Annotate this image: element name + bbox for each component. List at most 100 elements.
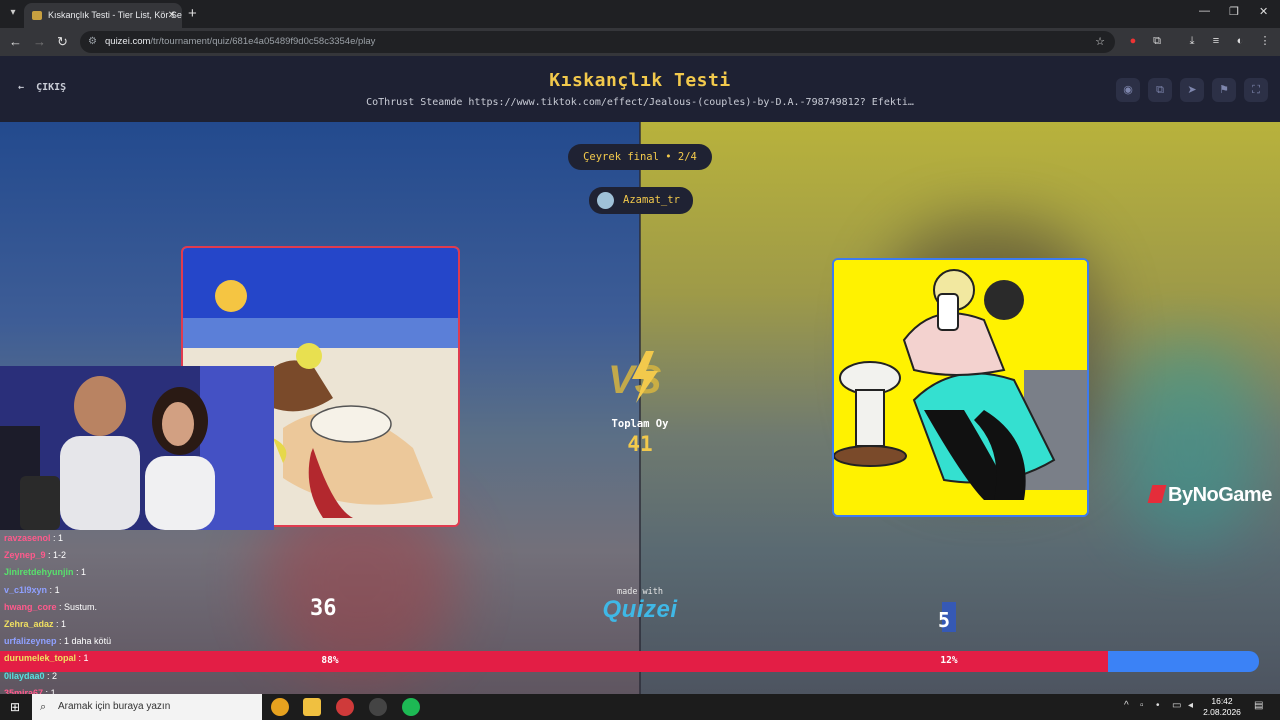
right-vote-bar-fill: [1108, 651, 1259, 672]
chat-message: 0ilaydaa0 : 2: [4, 671, 57, 681]
tab-search-icon[interactable]: ▾: [4, 4, 22, 22]
share-icon[interactable]: ➤: [1180, 78, 1204, 102]
taskbar-search-placeholder: Aramak için buraya yazın: [58, 701, 171, 712]
chat-text: 1: [83, 653, 89, 664]
creator-badge[interactable]: Azamat_tr: [589, 187, 693, 214]
tab-groups-icon[interactable]: ≡: [1210, 35, 1222, 48]
quizei-logo[interactable]: Quizei: [580, 596, 700, 624]
chat-text: 1 daha kötü: [64, 636, 112, 647]
chrome-active-app-icon[interactable]: [336, 698, 354, 716]
chat-separator: :: [56, 601, 65, 612]
file-explorer-icon[interactable]: [303, 698, 321, 716]
quiz-header: ← ÇIKIŞ Kıskançlık Testi CoThrust Steamd…: [0, 56, 1280, 122]
chat-text: 1: [58, 533, 64, 543]
reload-icon[interactable]: ↻: [57, 34, 68, 50]
browser-tab-bar: ▾ Kıskançlık Testi - Tier List, Kör Se ✕…: [0, 0, 1280, 28]
chat-separator: :: [45, 550, 54, 561]
tray-app-icon[interactable]: ▫: [1140, 700, 1144, 711]
tab-close-icon[interactable]: ✕: [168, 3, 176, 28]
tray-mic-icon[interactable]: •: [1156, 700, 1160, 711]
stream-chat: ravzasenol : 1 Zeynep_9 : 1-2 Jiniretdehyu…: [0, 530, 330, 698]
windows-start-icon[interactable]: ⊞: [10, 700, 24, 714]
chat-message: v_c1l9xyn : 1: [4, 585, 60, 595]
volume-icon[interactable]: ◂: [1188, 700, 1193, 711]
fullscreen-icon[interactable]: ⛶: [1244, 78, 1268, 102]
chat-text: 1-2: [53, 550, 67, 561]
back-icon[interactable]: ←: [9, 34, 22, 50]
forward-icon[interactable]: →: [33, 34, 46, 50]
right-background-blur: [1120, 342, 1260, 542]
url-path: /tr/tournament/quiz/681e4a05489f9d0c58c3…: [150, 36, 376, 47]
chat-message: durumelek_topal : 1: [4, 653, 89, 663]
chat-message: urfalizeynep : 1 daha kötü: [4, 636, 111, 646]
chat-message: Zehra_adaz : 1: [4, 619, 66, 629]
clock-date: 2.08.2026: [1203, 707, 1241, 717]
chat-separator: :: [53, 619, 62, 629]
round-indicator: Çeyrek final • 2/4: [568, 144, 712, 170]
chat-username[interactable]: Zehra_adaz: [4, 619, 54, 629]
chat-text: 2: [52, 670, 58, 681]
minimize-icon[interactable]: —: [1199, 5, 1210, 17]
download-icon[interactable]: ⤓: [1186, 35, 1198, 48]
chat-message: hwang_core : Sustum.: [4, 602, 97, 612]
chrome-app-icon[interactable]: [271, 698, 289, 716]
obs-app-icon[interactable]: [369, 698, 387, 716]
taskbar-clock[interactable]: 16:42 2.08.2026: [1200, 696, 1244, 718]
url-host: quizei.com: [105, 36, 151, 47]
total-votes-label: Toplam Oy: [611, 418, 669, 430]
bynogame-mark-icon: [1147, 485, 1167, 503]
tab-title: Kıskançlık Testi - Tier List, Kör Se: [48, 10, 182, 20]
chat-username[interactable]: Zeynep_9: [4, 550, 46, 560]
avatar: [597, 192, 614, 209]
browser-toolbar: ← → ↻ ⚙ quizei.com/tr/tournament/quiz/68…: [0, 28, 1280, 56]
chat-message: Zeynep_9 : 1-2: [4, 550, 66, 560]
page-title: Kıskançlık Testi: [549, 70, 731, 91]
chat-text: Sustum.: [64, 601, 98, 612]
browser-tab[interactable]: Kıskançlık Testi - Tier List, Kör Se ✕: [24, 3, 182, 28]
chat-username[interactable]: urfalizeynep: [4, 636, 57, 646]
chat-text: 1: [54, 584, 60, 595]
copy-link-icon[interactable]: ⧉: [1148, 78, 1172, 102]
chat-message: Jiniretdehyunjin : 1: [4, 567, 86, 577]
site-info-icon[interactable]: ⚙: [88, 31, 97, 53]
webcam-feed: [0, 366, 274, 530]
chat-separator: :: [44, 670, 53, 681]
right-vote-count: 5: [938, 608, 951, 632]
new-tab-icon[interactable]: +: [188, 5, 197, 22]
extension-red-icon[interactable]: ●: [1127, 35, 1139, 48]
chat-separator: :: [73, 567, 82, 578]
windows-taskbar: ⊞ ⌕ Aramak için buraya yazın ^ ▫ • ▭ ◂ 1…: [0, 694, 1280, 720]
extensions-puzzle-icon[interactable]: ⧉: [1151, 35, 1163, 48]
network-icon[interactable]: ▭: [1172, 700, 1181, 711]
report-flag-icon[interactable]: ⚑: [1212, 78, 1236, 102]
clock-time: 16:42: [1211, 696, 1233, 706]
sponsor-name: ByNoGame: [1168, 484, 1272, 506]
tab-favicon-icon: [32, 11, 42, 20]
profile-avatar-icon[interactable]: ◐: [1234, 35, 1246, 48]
chat-username[interactable]: v_c1l9xyn: [4, 585, 47, 595]
right-candidate-card[interactable]: [832, 258, 1089, 517]
taskbar-search[interactable]: ⌕ Aramak için buraya yazın: [32, 694, 262, 720]
address-bar[interactable]: ⚙ quizei.com/tr/tournament/quiz/681e4a05…: [80, 31, 1115, 53]
restore-icon[interactable]: ❐: [1229, 5, 1239, 18]
browser-menu-icon[interactable]: ⋮: [1259, 35, 1271, 48]
tray-chevron-icon[interactable]: ^: [1124, 700, 1129, 711]
chat-text: 1: [81, 567, 87, 578]
notifications-icon[interactable]: ▤: [1254, 700, 1263, 711]
couple-illustration: [834, 260, 1087, 515]
spotify-app-icon[interactable]: [402, 698, 420, 716]
chat-username[interactable]: 0ilaydaa0: [4, 671, 45, 681]
svg-text:VS: VS: [608, 358, 662, 402]
chat-separator: :: [50, 533, 59, 543]
sponsor-logo: ByNoGame: [1147, 484, 1272, 507]
creator-name: Azamat_tr: [623, 194, 680, 206]
chat-username[interactable]: Jiniretdehyunjin: [4, 567, 74, 577]
eye-icon[interactable]: ◉: [1116, 78, 1140, 102]
versus-icon: VS: [608, 351, 662, 403]
chat-username[interactable]: hwang_core: [4, 602, 57, 612]
chat-username[interactable]: durumelek_topal: [4, 653, 76, 663]
chat-username[interactable]: ravzasenol: [4, 533, 51, 543]
chat-message: ravzasenol : 1: [4, 533, 63, 543]
window-close-icon[interactable]: ✕: [1259, 5, 1268, 18]
bookmark-star-icon[interactable]: ☆: [1095, 31, 1105, 53]
